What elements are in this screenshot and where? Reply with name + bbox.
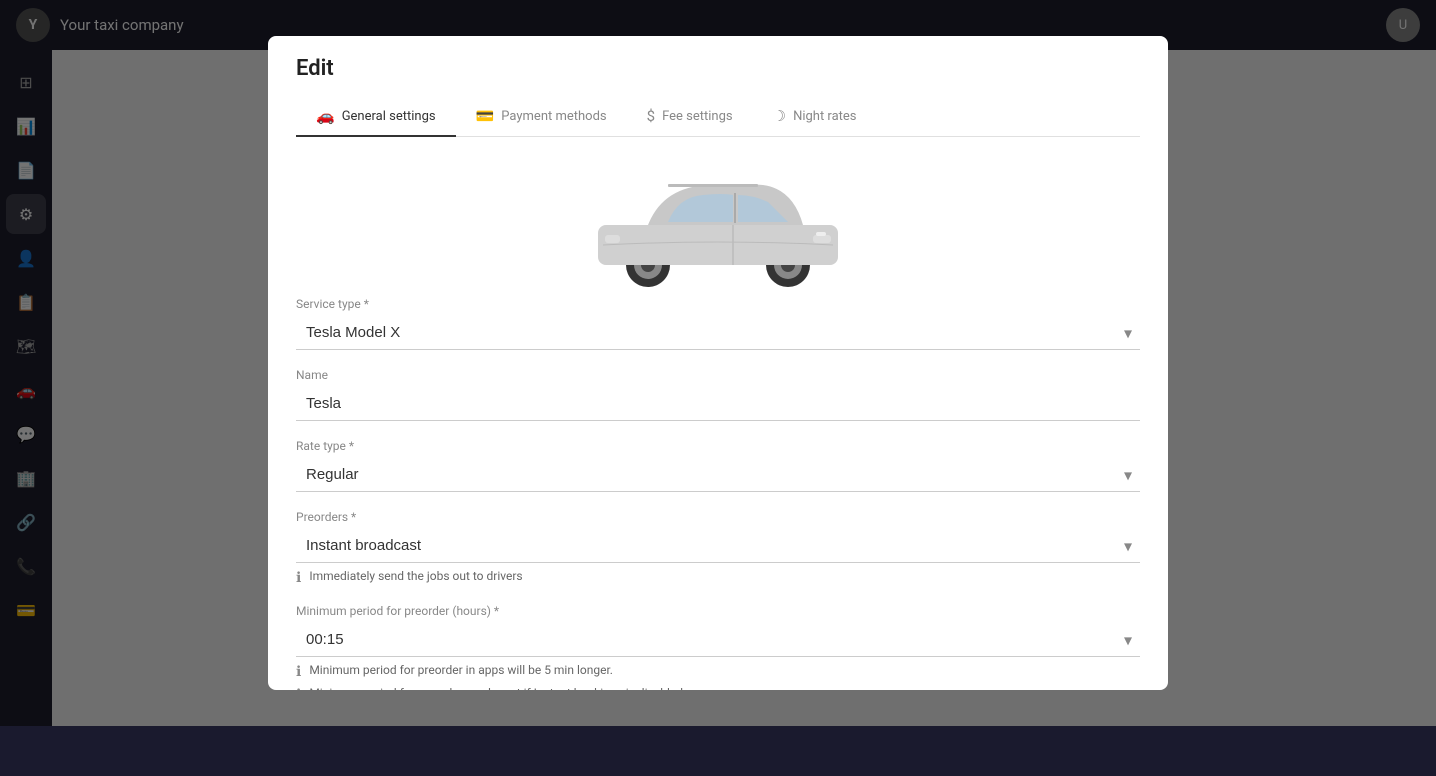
- rate-type-select[interactable]: Regular: [296, 458, 1140, 492]
- preorders-info: ℹ Immediately send the jobs out to drive…: [296, 569, 1140, 586]
- preorders-wrapper: Instant broadcast: [296, 529, 1140, 563]
- rate-type-wrapper: Regular: [296, 458, 1140, 492]
- info-icon-min1: ℹ: [296, 664, 301, 680]
- info-icon-min2: ℹ: [296, 687, 301, 689]
- preorders-field: Preorders * Instant broadcast ℹ Immediat…: [296, 510, 1140, 586]
- modal-header: Edit 🚗 General settings 💳 Payment method…: [268, 36, 1168, 137]
- rate-type-field: Rate type * Regular: [296, 439, 1140, 492]
- modal-body: Service type * Tesla Model X Name Rate t…: [268, 137, 1168, 689]
- min-period-info1: ℹ Minimum period for preorder in apps wi…: [296, 663, 1140, 680]
- car-image: [578, 157, 858, 287]
- preorders-label: Preorders *: [296, 510, 1140, 524]
- name-label: Name: [296, 368, 1140, 382]
- card-icon: 💳: [476, 107, 495, 125]
- car-icon: 🚗: [316, 107, 335, 125]
- tab-payment[interactable]: 💳 Payment methods: [456, 97, 627, 137]
- tab-general[interactable]: 🚗 General settings: [296, 97, 456, 137]
- tab-night[interactable]: ☽ Night rates: [753, 97, 877, 137]
- min-period-wrapper: 00:15: [296, 623, 1140, 657]
- name-field: Name: [296, 368, 1140, 421]
- rate-type-label: Rate type *: [296, 439, 1140, 453]
- service-type-select[interactable]: Tesla Model X: [296, 316, 1140, 350]
- min-period-label: Minimum period for preorder (hours) *: [296, 604, 1140, 618]
- tab-fee[interactable]: $ Fee settings: [627, 97, 753, 137]
- modal-overlay: Edit 🚗 General settings 💳 Payment method…: [0, 0, 1436, 726]
- min-period-field: Minimum period for preorder (hours) * 00…: [296, 604, 1140, 689]
- info-icon-preorders: ℹ: [296, 570, 301, 586]
- car-image-container: [296, 137, 1140, 297]
- modal-title: Edit: [296, 56, 1140, 81]
- min-period-info2: ℹ Minimum period for preorder can be set…: [296, 686, 1140, 689]
- service-type-wrapper: Tesla Model X: [296, 316, 1140, 350]
- moon-icon: ☽: [773, 107, 786, 125]
- preorders-select[interactable]: Instant broadcast: [296, 529, 1140, 563]
- min-period-select[interactable]: 00:15: [296, 623, 1140, 657]
- service-type-field: Service type * Tesla Model X: [296, 297, 1140, 350]
- service-type-label: Service type *: [296, 297, 1140, 311]
- modal-tabs: 🚗 General settings 💳 Payment methods $ F…: [296, 97, 1140, 137]
- dollar-icon: $: [647, 107, 655, 125]
- edit-modal: Edit 🚗 General settings 💳 Payment method…: [268, 36, 1168, 689]
- name-input[interactable]: [296, 387, 1140, 421]
